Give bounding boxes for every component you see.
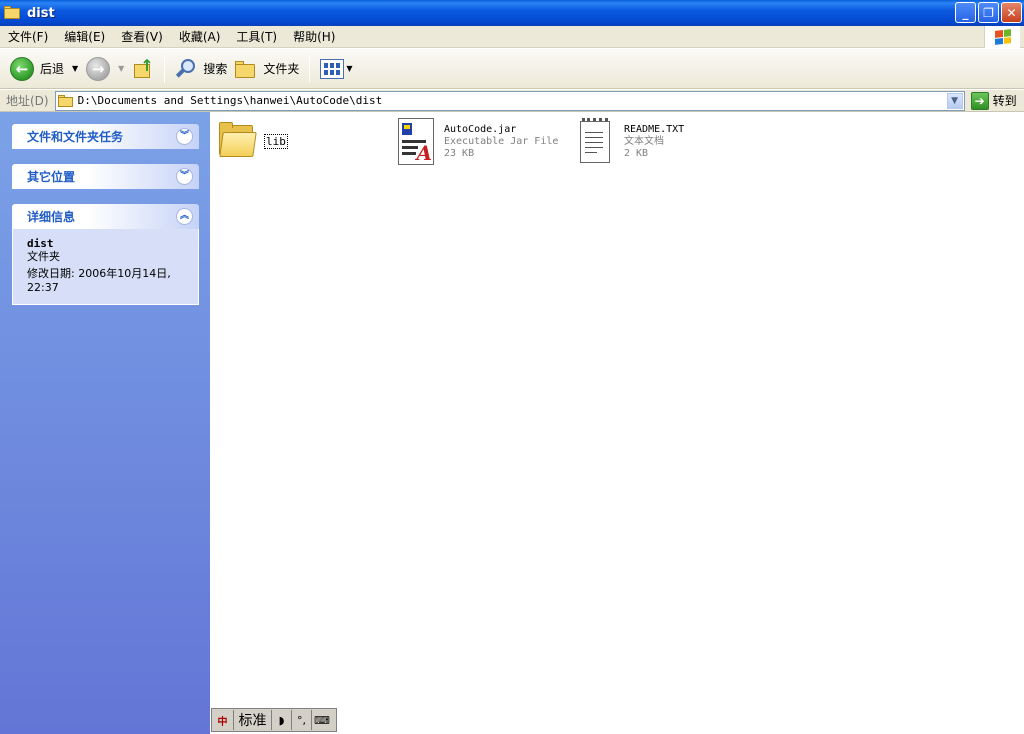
- back-dropdown-icon[interactable]: ▼: [72, 64, 78, 73]
- folders-icon: [235, 60, 257, 78]
- folders-label: 文件夹: [263, 62, 300, 76]
- file-type: Executable Jar File: [444, 136, 559, 147]
- views-dropdown-icon[interactable]: ▼: [346, 64, 352, 73]
- forward-arrow-icon: →: [86, 56, 111, 81]
- windows-logo-icon: [984, 26, 1020, 48]
- menu-view[interactable]: 查看(V): [113, 27, 171, 47]
- ime-mode[interactable]: 标准: [234, 710, 272, 730]
- folders-button[interactable]: 文件夹: [231, 53, 303, 85]
- search-icon: [175, 58, 197, 80]
- up-folder-icon: ↑: [132, 57, 154, 80]
- other-places-header[interactable]: 其它位置 ︾: [12, 164, 199, 189]
- panel-title: 详细信息: [27, 210, 76, 224]
- details-body: dist 文件夹 修改日期: 2006年10月14日, 22:37: [12, 229, 199, 305]
- ime-logo-icon[interactable]: 中: [212, 710, 234, 730]
- folder-icon: [57, 94, 74, 107]
- go-label: 转到: [992, 94, 1017, 108]
- restore-button[interactable]: ❐: [978, 2, 999, 23]
- expand-chevron-icon[interactable]: ︾: [176, 128, 193, 145]
- file-folder-tasks-panel: 文件和文件夹任务 ︾: [12, 124, 199, 149]
- details-name: dist: [27, 237, 54, 250]
- other-places-panel: 其它位置 ︾: [12, 164, 199, 189]
- file-item-autocode-jar[interactable]: A AutoCode.jar Executable Jar File 23 KB: [396, 118, 558, 166]
- go-arrow-icon: ➔: [970, 91, 989, 110]
- panel-title: 文件和文件夹任务: [27, 130, 124, 144]
- file-list-area[interactable]: lib A AutoCode.jar Executable Jar File 2…: [210, 112, 1024, 734]
- back-label: 后退: [40, 62, 65, 76]
- menu-help[interactable]: 帮助(H): [285, 27, 343, 47]
- file-size: 2 KB: [624, 148, 649, 159]
- minimize-button[interactable]: _: [955, 2, 976, 23]
- forward-dropdown-icon[interactable]: ▼: [118, 64, 124, 73]
- file-name: README.TXT: [624, 124, 685, 135]
- soft-keyboard-icon[interactable]: ⌨: [312, 710, 332, 730]
- folder-icon: [218, 122, 257, 158]
- title-bar[interactable]: dist _ ❐ ✕: [0, 0, 1024, 26]
- search-button[interactable]: 搜索: [171, 53, 231, 85]
- menu-edit[interactable]: 编辑(E): [56, 27, 113, 47]
- toolbar: ← 后退 ▼ → ▼ ↑ 搜索 文件夹 ▼: [0, 49, 1024, 89]
- address-path: D:\Documents and Settings\hanwei\AutoCod…: [77, 94, 383, 107]
- window-title: dist: [27, 5, 55, 21]
- details-type: 文件夹: [27, 250, 60, 263]
- menu-favorites[interactable]: 收藏(A): [171, 27, 229, 47]
- file-item-lib[interactable]: lib: [218, 122, 288, 158]
- menu-tools[interactable]: 工具(T): [228, 27, 285, 47]
- menu-file[interactable]: 文件(F): [0, 27, 56, 47]
- expand-chevron-icon[interactable]: ︾: [176, 168, 193, 185]
- back-arrow-icon: ←: [10, 56, 34, 81]
- address-label: 地址(D): [6, 94, 49, 108]
- toolbar-separator: [164, 54, 166, 83]
- menu-bar: 文件(F) 编辑(E) 查看(V) 收藏(A) 工具(T) 帮助(H): [0, 26, 1024, 48]
- file-size: 23 KB: [444, 148, 475, 159]
- address-bar: 地址(D) D:\Documents and Settings\hanwei\A…: [0, 90, 1024, 112]
- details-modified-time: 22:37: [27, 281, 59, 294]
- toolbar-separator: [309, 54, 311, 83]
- details-modified: 修改日期: 2006年10月14日,: [27, 267, 171, 280]
- half-width-icon[interactable]: ◗: [272, 710, 292, 730]
- collapse-chevron-icon[interactable]: ︽: [176, 208, 193, 225]
- file-name: lib: [264, 134, 288, 149]
- back-button[interactable]: ← 后退 ▼: [6, 53, 82, 85]
- close-button[interactable]: ✕: [1001, 2, 1022, 23]
- address-input[interactable]: D:\Documents and Settings\hanwei\AutoCod…: [54, 90, 965, 111]
- file-name: AutoCode.jar: [444, 124, 517, 135]
- folder-icon: [4, 6, 22, 20]
- jar-file-icon: A: [396, 118, 436, 166]
- views-icon: [320, 58, 345, 79]
- task-pane: 文件和文件夹任务 ︾ 其它位置 ︾ 详细信息 ︽ dist 文件夹 修改日期: …: [0, 112, 210, 734]
- details-header[interactable]: 详细信息 ︽: [12, 204, 199, 229]
- punctuation-icon[interactable]: °,: [292, 710, 312, 730]
- search-label: 搜索: [203, 62, 228, 76]
- details-panel: 详细信息 ︽ dist 文件夹 修改日期: 2006年10月14日, 22:37: [12, 204, 199, 305]
- up-folder-button[interactable]: ↑: [128, 53, 158, 85]
- address-dropdown-icon[interactable]: ▼: [946, 92, 963, 109]
- panel-title: 其它位置: [27, 170, 76, 184]
- file-folder-tasks-header[interactable]: 文件和文件夹任务 ︾: [12, 124, 199, 149]
- forward-button[interactable]: → ▼: [82, 53, 128, 85]
- text-file-icon: [578, 118, 612, 164]
- views-button[interactable]: ▼: [316, 53, 356, 85]
- file-item-readme-txt[interactable]: README.TXT 文本文档 2 KB: [578, 118, 684, 164]
- go-button[interactable]: ➔ 转到: [970, 91, 1017, 110]
- file-type: 文本文档: [624, 136, 664, 147]
- ime-status-bar: 中 标准 ◗ °, ⌨: [211, 708, 337, 732]
